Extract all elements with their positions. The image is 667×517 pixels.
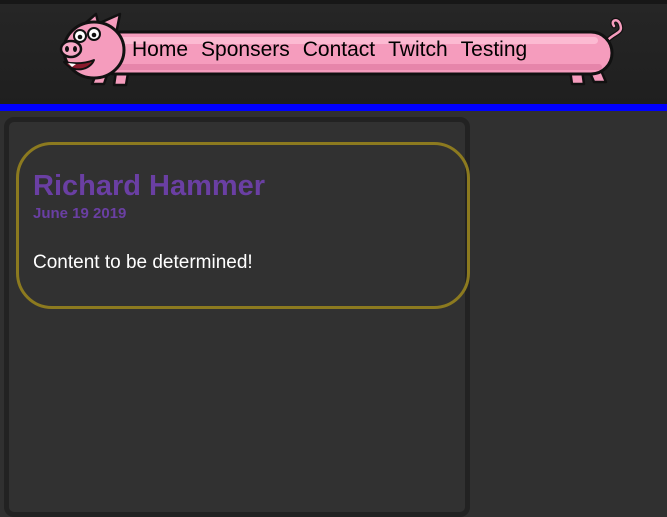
content-panel: Richard Hammer June 19 2019 Content to b…: [4, 117, 470, 517]
nav-item-twitch[interactable]: Twitch: [388, 36, 448, 64]
header-divider: [0, 104, 667, 111]
site-header: Home Sponsers Contact Twitch Testing: [0, 4, 667, 104]
nav-item-home[interactable]: Home: [132, 36, 188, 64]
nav-item-testing[interactable]: Testing: [461, 36, 528, 64]
nav-item-sponsers[interactable]: Sponsers: [201, 36, 290, 64]
post-body: Content to be determined!: [33, 252, 253, 273]
post-title: Richard Hammer: [33, 170, 266, 202]
post-date: June 19 2019: [33, 205, 127, 222]
main-nav: Home Sponsers Contact Twitch Testing: [132, 36, 527, 64]
post-card: Richard Hammer June 19 2019 Content to b…: [16, 142, 470, 309]
nav-item-contact[interactable]: Contact: [303, 36, 375, 64]
